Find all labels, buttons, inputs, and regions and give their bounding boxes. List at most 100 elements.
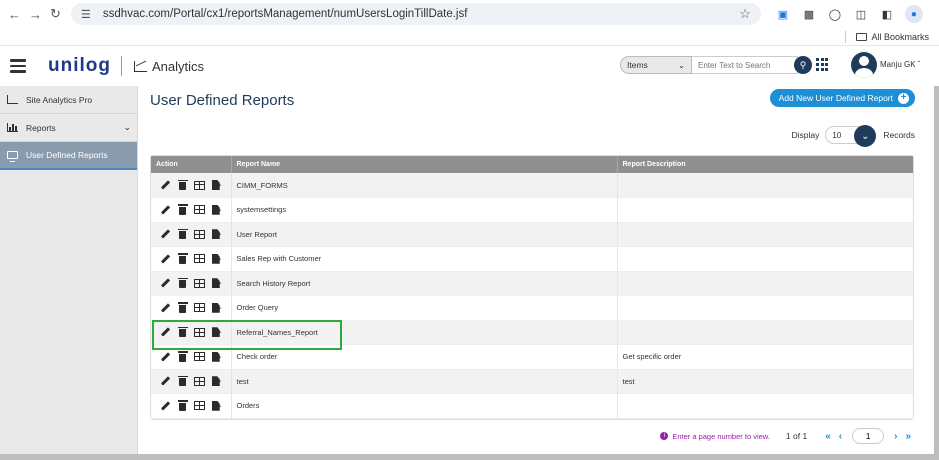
- view-table-icon[interactable]: [194, 327, 205, 337]
- search-bar: Items ⌄ ⚲: [620, 56, 830, 74]
- report-name-cell[interactable]: Orders: [231, 393, 618, 418]
- delete-trash-icon[interactable]: [177, 228, 188, 240]
- extension-icon[interactable]: ▣: [775, 6, 791, 22]
- prev-page-icon[interactable]: ‹: [839, 431, 842, 442]
- report-name-cell[interactable]: Order Query: [231, 295, 618, 320]
- hamburger-menu-icon[interactable]: [10, 59, 26, 73]
- forward-arrow-icon[interactable]: →: [29, 6, 42, 22]
- apps-grid-icon[interactable]: [816, 58, 830, 72]
- compass-icon[interactable]: ◯: [827, 6, 843, 22]
- edit-pencil-icon[interactable]: [160, 205, 171, 215]
- report-name-cell[interactable]: CIMM_FORMS: [231, 173, 618, 198]
- sidebar-item-reports[interactable]: Reports ⌄: [0, 114, 137, 142]
- view-table-icon[interactable]: [194, 278, 205, 288]
- export-icon[interactable]: ▸: [211, 400, 222, 411]
- export-icon[interactable]: ▸: [211, 180, 222, 190]
- report-name-cell[interactable]: Search History Report: [231, 271, 618, 296]
- add-new-report-button[interactable]: Add New User Defined Report +: [769, 89, 915, 107]
- delete-trash-icon[interactable]: [177, 375, 188, 387]
- avatar[interactable]: [851, 52, 877, 78]
- edit-pencil-icon[interactable]: [160, 401, 171, 411]
- export-icon[interactable]: ▸: [211, 351, 222, 362]
- search-icon[interactable]: ⚲: [794, 56, 812, 74]
- edit-pencil-icon[interactable]: [160, 254, 171, 264]
- horizontal-scrollbar[interactable]: [0, 454, 939, 460]
- scrollbar[interactable]: [934, 86, 939, 454]
- row-actions: ▸: [151, 320, 232, 345]
- extension-icon[interactable]: ▩: [801, 6, 817, 22]
- delete-trash-icon[interactable]: [177, 351, 188, 362]
- search-scope-select[interactable]: Items ⌄: [620, 56, 692, 74]
- delete-trash-icon[interactable]: [177, 253, 188, 264]
- edit-pencil-icon[interactable]: [160, 229, 171, 239]
- edit-pencil-icon[interactable]: [160, 303, 171, 313]
- sidebar-item-site-analytics-pro[interactable]: Site Analytics Pro: [0, 86, 137, 114]
- chevron-down-icon[interactable]: ⌄: [854, 125, 877, 147]
- export-icon[interactable]: ▸: [211, 229, 222, 240]
- sidebar-item-user-defined-reports[interactable]: User Defined Reports: [0, 142, 137, 170]
- user-menu[interactable]: Manju GK ˇ: [880, 60, 920, 69]
- side-panel-icon[interactable]: ◧: [879, 6, 895, 22]
- trend-chart-icon: [6, 95, 18, 104]
- view-table-icon[interactable]: [194, 303, 205, 313]
- last-page-icon[interactable]: »: [905, 431, 911, 442]
- back-arrow-icon[interactable]: ←: [8, 6, 21, 22]
- records-per-page-select[interactable]: 10 ⌄: [825, 125, 877, 147]
- pagination: i Enter a page number to view. 1 of 1 « …: [660, 428, 915, 444]
- view-table-icon[interactable]: [194, 401, 205, 411]
- delete-trash-icon[interactable]: [177, 277, 188, 289]
- view-table-icon[interactable]: [194, 376, 205, 386]
- report-name-cell[interactable]: Referral_Names_Report: [231, 320, 618, 345]
- all-bookmarks-link[interactable]: All Bookmarks: [871, 32, 929, 42]
- delete-trash-icon[interactable]: [177, 400, 188, 411]
- view-table-icon[interactable]: [194, 352, 205, 362]
- chevron-down-icon[interactable]: ⌄: [123, 122, 131, 133]
- report-name-cell[interactable]: test: [231, 369, 618, 394]
- address-bar[interactable]: ☰ ssdhvac.com/Portal/cx1/reportsManageme…: [70, 3, 761, 25]
- first-page-icon[interactable]: «: [825, 431, 831, 442]
- row-actions: ▸: [151, 295, 232, 320]
- puzzle-icon[interactable]: ◫: [853, 6, 869, 22]
- reports-table: Action Report Name Report Description ▸ …: [150, 155, 914, 420]
- report-name-cell[interactable]: User Report: [231, 222, 618, 247]
- edit-pencil-icon[interactable]: [160, 327, 171, 337]
- report-name-cell[interactable]: systemsettings: [231, 197, 618, 222]
- table-row: ▸ Sales Rep with Customer: [151, 246, 913, 271]
- column-header-report-name[interactable]: Report Name: [231, 156, 618, 173]
- page-number-input[interactable]: [852, 428, 885, 444]
- edit-pencil-icon[interactable]: [160, 376, 171, 386]
- profile-icon[interactable]: ●: [904, 5, 923, 23]
- table-row: ▸ Search History Report: [151, 271, 913, 296]
- delete-trash-icon[interactable]: [177, 326, 188, 338]
- edit-pencil-icon[interactable]: [160, 180, 171, 190]
- report-description-cell: [617, 320, 913, 345]
- reload-icon[interactable]: ↻: [50, 6, 61, 22]
- chevron-down-icon: ⌄: [677, 59, 685, 70]
- export-icon[interactable]: ▸: [211, 302, 222, 313]
- delete-trash-icon[interactable]: [177, 302, 188, 313]
- export-icon[interactable]: ▸: [211, 204, 222, 215]
- row-actions: ▸: [151, 246, 232, 271]
- delete-trash-icon[interactable]: [177, 204, 188, 215]
- delete-trash-icon[interactable]: [177, 179, 188, 190]
- next-page-icon[interactable]: ›: [894, 431, 897, 442]
- report-name-cell[interactable]: Sales Rep with Customer: [231, 246, 618, 271]
- view-table-icon[interactable]: [194, 229, 205, 239]
- edit-pencil-icon[interactable]: [160, 352, 171, 362]
- edit-pencil-icon[interactable]: [160, 278, 171, 288]
- export-icon[interactable]: ▸: [211, 376, 222, 387]
- menu-kebab-icon[interactable]: ⋮: [933, 6, 939, 22]
- search-input[interactable]: [692, 56, 798, 74]
- view-table-icon[interactable]: [194, 180, 205, 190]
- site-info-icon[interactable]: ☰: [81, 8, 95, 21]
- export-icon[interactable]: ▸: [211, 327, 222, 338]
- bookmark-star-icon[interactable]: ☆: [739, 6, 751, 22]
- view-table-icon[interactable]: [194, 254, 205, 264]
- export-icon[interactable]: ▸: [211, 278, 222, 289]
- column-header-report-description[interactable]: Report Description: [617, 156, 913, 173]
- view-table-icon[interactable]: [194, 205, 205, 215]
- export-icon[interactable]: ▸: [211, 253, 222, 264]
- report-name-cell[interactable]: Check order: [231, 344, 618, 369]
- app-header: unilog Analytics Items ⌄ ⚲ Manju GK ˇ: [0, 46, 939, 86]
- row-actions: ▸: [151, 222, 232, 247]
